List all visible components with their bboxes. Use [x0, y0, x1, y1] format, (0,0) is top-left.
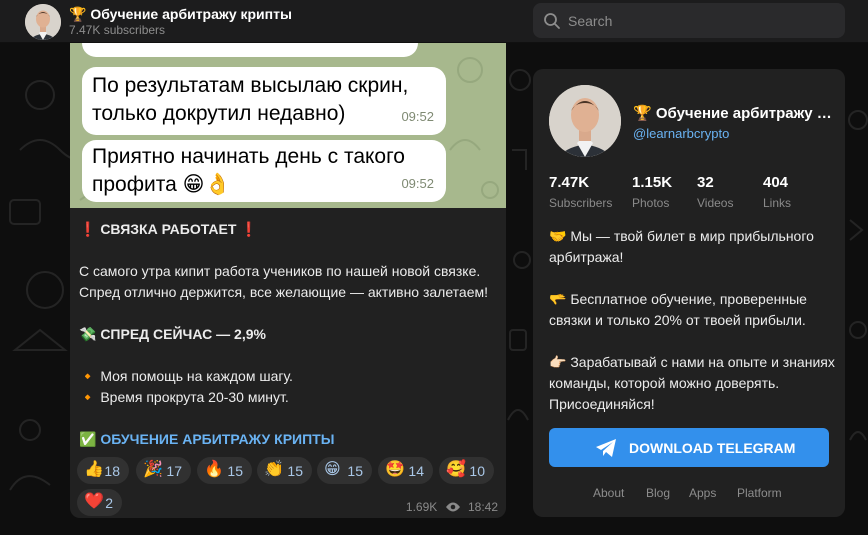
reaction-chip[interactable]: 🎉 17	[136, 457, 191, 484]
bubble-time: 09:52	[401, 176, 434, 191]
course-link[interactable]: ОБУЧЕНИЕ АРБИТРАЖУ КРИПТЫ	[100, 431, 334, 447]
reaction-emoji: 🤩	[385, 461, 405, 478]
post-spread: 💸 СПРЕД СЕЙЧАС — 2,9%	[79, 326, 266, 342]
view-count: 1.69K	[405, 500, 438, 514]
footer-link-blog[interactable]: Blog	[646, 486, 670, 500]
reaction-count: 15	[347, 463, 363, 479]
reaction-count: 10	[469, 463, 485, 479]
post-time: 18:42	[467, 500, 498, 514]
download-label: DOWNLOAD TELEGRAM	[629, 440, 796, 456]
reaction-chip[interactable]: 🔥 15	[197, 457, 252, 484]
reaction-chip[interactable]: 😁 15	[317, 457, 372, 484]
screenshot-bubble-2: По результатам высылаю скрин, только док…	[82, 67, 446, 135]
reaction-count: 15	[287, 463, 303, 479]
reaction-chip[interactable]: 🤩 14	[378, 457, 433, 484]
reaction-emoji: 🔥	[204, 461, 224, 478]
bubble-text: По результатам высылаю скрин, только док…	[92, 74, 409, 125]
reaction-count: 18	[104, 463, 120, 479]
reaction-emoji: ❤️	[84, 493, 104, 510]
post-text: ❗ СВЯЗКА РАБОТАЕТ ❗ С самого утра кипит …	[79, 219, 499, 450]
reaction-emoji: 🎉	[143, 461, 163, 478]
bubble-time: 09:52	[401, 109, 434, 124]
channel-description: 🤝 Мы — твой билет в мир прибыльного арби…	[549, 226, 839, 436]
channel-title[interactable]: 🏆 Обучение арбитражу крипты	[69, 6, 292, 23]
screenshot-bubble-3: Приятно начинать день с такого профита 😁…	[82, 140, 446, 202]
reaction-emoji: 😁	[324, 461, 341, 478]
search-placeholder: Search	[568, 13, 613, 29]
reaction-count: 15	[227, 463, 243, 479]
reaction-emoji: 🥰	[446, 461, 466, 478]
views-eye-icon	[445, 502, 460, 512]
post-heading: ❗ СВЯЗКА РАБОТАЕТ ❗	[79, 221, 258, 237]
channel-info-card: 🏆 Обучение арбитражу крипты @learnarbcry…	[533, 69, 845, 517]
description-paragraph: 🤝 Мы — твой билет в мир прибыльного арби…	[549, 228, 814, 265]
post-meta: 1.69K 18:42	[406, 499, 498, 514]
channel-avatar-large[interactable]	[549, 85, 621, 157]
telegram-plane-icon	[596, 439, 616, 457]
post-photo[interactable]: 09:52 По результатам высылаю скрин, толь…	[70, 30, 506, 208]
description-paragraph: 👉🏻 Зарабатывай с нами на опыте и знаниях…	[549, 354, 835, 412]
post-bullet: 🔸 Моя помощь на каждом шагу.	[79, 368, 293, 384]
post-paragraph-line: С самого утра кипит работа учеников по н…	[79, 263, 481, 279]
channel-post: 09:52 По результатам высылаю скрин, толь…	[70, 30, 506, 518]
description-paragraph: 🫳 Бесплатное обучение, проверенные связк…	[549, 291, 807, 328]
card-channel-title: 🏆 Обучение арбитражу крипты	[633, 105, 833, 122]
download-telegram-button[interactable]: DOWNLOAD TELEGRAM	[549, 428, 829, 467]
channel-avatar[interactable]	[25, 4, 61, 40]
stat-photos[interactable]: 1.15K Photos	[632, 174, 672, 210]
reaction-chip[interactable]: 👏 15	[257, 457, 312, 484]
stat-links[interactable]: 404 Links	[763, 174, 791, 210]
reaction-count: 14	[408, 463, 424, 479]
post-paragraph-line: Спред отлично держится, все желающие — а…	[79, 284, 489, 300]
footer-link-platform[interactable]: Platform	[737, 486, 782, 500]
footer-link-about[interactable]: About	[593, 486, 624, 500]
reaction-chip[interactable]: 👍 18	[77, 457, 129, 484]
search-input[interactable]: Search	[533, 3, 845, 38]
reaction-emoji: 👏	[264, 461, 284, 478]
stat-subscribers: 7.47K Subscribers	[549, 174, 613, 210]
reaction-chip[interactable]: ❤️ 2	[77, 489, 122, 516]
search-icon	[544, 13, 560, 29]
reaction-emoji: 👍	[84, 461, 104, 478]
channel-handle-link[interactable]: @learnarbcrypto	[633, 126, 729, 141]
channel-header: 🏆 Обучение арбитражу крипты 7.47K subscr…	[0, 0, 868, 43]
reaction-count: 17	[166, 463, 182, 479]
post-bullet: 🔸 Время прокрута 20-30 минут.	[79, 389, 289, 405]
footer-link-apps[interactable]: Apps	[689, 486, 716, 500]
stat-videos[interactable]: 32 Videos	[697, 174, 733, 210]
reaction-count: 2	[105, 495, 113, 511]
bubble-text: Приятно начинать день с такого профита 😁…	[92, 145, 405, 196]
reaction-chip[interactable]: 🥰 10	[439, 457, 494, 484]
check-icon: ✅	[79, 431, 97, 447]
subscriber-count: 7.47K subscribers	[69, 23, 166, 37]
